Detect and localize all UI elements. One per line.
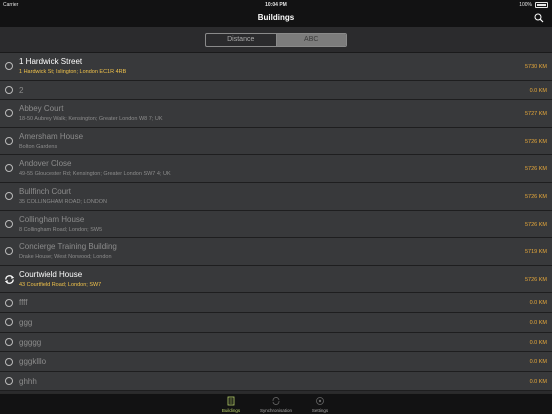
select-radio[interactable]: [5, 109, 13, 118]
buildings-list[interactable]: 1 Hardwick Street 1 Hardwick St; Islingto…: [0, 53, 552, 393]
page-title: Buildings: [257, 13, 295, 22]
select-radio[interactable]: [5, 318, 13, 327]
building-distance: 0.0 KM: [529, 87, 547, 94]
building-name: ggggg: [19, 337, 42, 347]
select-radio[interactable]: [5, 136, 13, 145]
list-item[interactable]: Amersham House Bolton Gardens 5726 KM: [0, 127, 552, 156]
building-name: Bullfinch Court: [19, 186, 72, 196]
building-name: Abbey Court: [19, 104, 64, 114]
building-distance: 0.0 KM: [529, 378, 547, 385]
building-distance: 0.0 KM: [529, 319, 547, 326]
list-item[interactable]: ggg 0.0 KM: [0, 312, 552, 333]
building-name: Courtwield House: [19, 269, 83, 279]
list-item[interactable]: ffff 0.0 KM: [0, 293, 552, 313]
building-distance: 0.0 KM: [529, 300, 547, 307]
select-radio[interactable]: [5, 164, 13, 173]
list-item[interactable]: Collingham House 8 Collingham Road; Londo…: [0, 210, 552, 239]
building-distance: 5726 KM: [524, 193, 547, 200]
building-address: Bolton Gardens: [19, 143, 58, 150]
battery-icon: [535, 2, 548, 8]
building-name: 1 Hardwick Street: [19, 57, 83, 66]
list-item[interactable]: Abbey Court 18-50 Aubrey Walk; Kensington…: [0, 100, 552, 128]
building-distance: 5726 KM: [524, 166, 547, 173]
sync-icon: [272, 397, 280, 405]
select-radio[interactable]: [5, 338, 13, 347]
list-item[interactable]: Bullfinch Court 35 COLLINGHAM ROAD; LONDO…: [0, 182, 552, 211]
sort-segmented-control: Distance ABC: [205, 33, 347, 47]
list-item[interactable]: gggklllo 0.0 KM: [0, 352, 552, 372]
building-address: 43 Courtfield Road; London; SW7: [19, 281, 102, 288]
sync-icon: [4, 274, 15, 284]
building-name: ggg: [19, 317, 33, 327]
building-distance: 5726 KM: [524, 138, 547, 145]
building-address: Drake House; West Norwood; London: [19, 254, 112, 261]
sort-bar: Distance ABC: [0, 27, 552, 53]
building-name: ffff: [19, 298, 28, 308]
select-radio[interactable]: [5, 191, 13, 200]
list-item[interactable]: Courtwield House 43 Courtfield Road; Lond…: [0, 265, 552, 294]
building-address: 35 COLLINGHAM ROAD; LONDON: [19, 198, 108, 205]
building-distance: 0.0 KM: [529, 339, 547, 346]
battery-percent: 100%: [519, 2, 532, 8]
status-time: 10:04 PM: [265, 2, 287, 8]
segment-distance[interactable]: Distance: [206, 34, 276, 46]
gear-icon: [316, 397, 324, 405]
tab-settings[interactable]: Settings: [300, 396, 340, 413]
tab-buildings[interactable]: Buildings: [211, 396, 251, 413]
select-radio[interactable]: [5, 86, 13, 95]
building-name: ghhh: [19, 376, 37, 386]
nav-bar: Buildings: [0, 10, 552, 27]
select-radio[interactable]: [5, 219, 13, 228]
tab-label: Buildings: [221, 408, 241, 413]
building-distance: 5726 KM: [524, 221, 547, 228]
building-distance: 5730 KM: [524, 64, 547, 70]
segment-abc[interactable]: ABC: [275, 34, 346, 46]
building-address: 18-50 Aubrey Walk; Kensington; Greater L…: [19, 116, 163, 123]
tab-synchronisation[interactable]: Synchronisation: [256, 396, 296, 413]
search-icon[interactable]: [534, 13, 544, 23]
tab-label: Settings: [311, 408, 329, 413]
tab-label: Synchronisation: [259, 408, 293, 413]
select-radio[interactable]: [5, 247, 13, 256]
list-item[interactable]: Concierge Training Building Drake House; …: [0, 238, 552, 266]
select-radio[interactable]: [5, 298, 13, 307]
select-radio[interactable]: [5, 377, 13, 386]
tab-bar: Buildings Synchronisation Settings: [0, 393, 552, 414]
building-distance: 0.0 KM: [529, 359, 547, 366]
select-radio[interactable]: [5, 62, 13, 70]
building-name: Andover Close: [19, 159, 72, 169]
status-bar: Carrier 10:04 PM 100%: [0, 0, 552, 10]
building-name: 2: [19, 85, 24, 95]
list-item[interactable]: 1 Hardwick Street 1 Hardwick St; Islingto…: [0, 53, 552, 81]
building-name: Collingham House: [19, 214, 85, 224]
list-item[interactable]: ggggg 0.0 KM: [0, 332, 552, 353]
building-name: Concierge Training Building: [19, 242, 117, 252]
building-distance: 5719 KM: [524, 249, 547, 256]
buildings-icon: [227, 396, 235, 406]
building-distance: 5727 KM: [524, 111, 547, 118]
list-item[interactable]: ghhh 0.0 KM: [0, 371, 552, 392]
building-address: 49-55 Gloucester Rd; Kensington; Greater…: [19, 171, 171, 178]
building-address: 8 Collingham Road; London; SW5: [19, 226, 103, 233]
list-item[interactable]: Andover Close 49-55 Gloucester Rd; Kensin…: [0, 155, 552, 183]
building-distance: 5726 KM: [524, 276, 547, 283]
select-radio[interactable]: [5, 357, 13, 366]
building-address: 1 Hardwick St; Islington; London EC1R 4R…: [19, 69, 127, 75]
list-item[interactable]: 2 0.0 KM: [0, 80, 552, 101]
building-name: gggklllo: [19, 357, 47, 367]
building-name: Amersham House: [19, 131, 84, 141]
